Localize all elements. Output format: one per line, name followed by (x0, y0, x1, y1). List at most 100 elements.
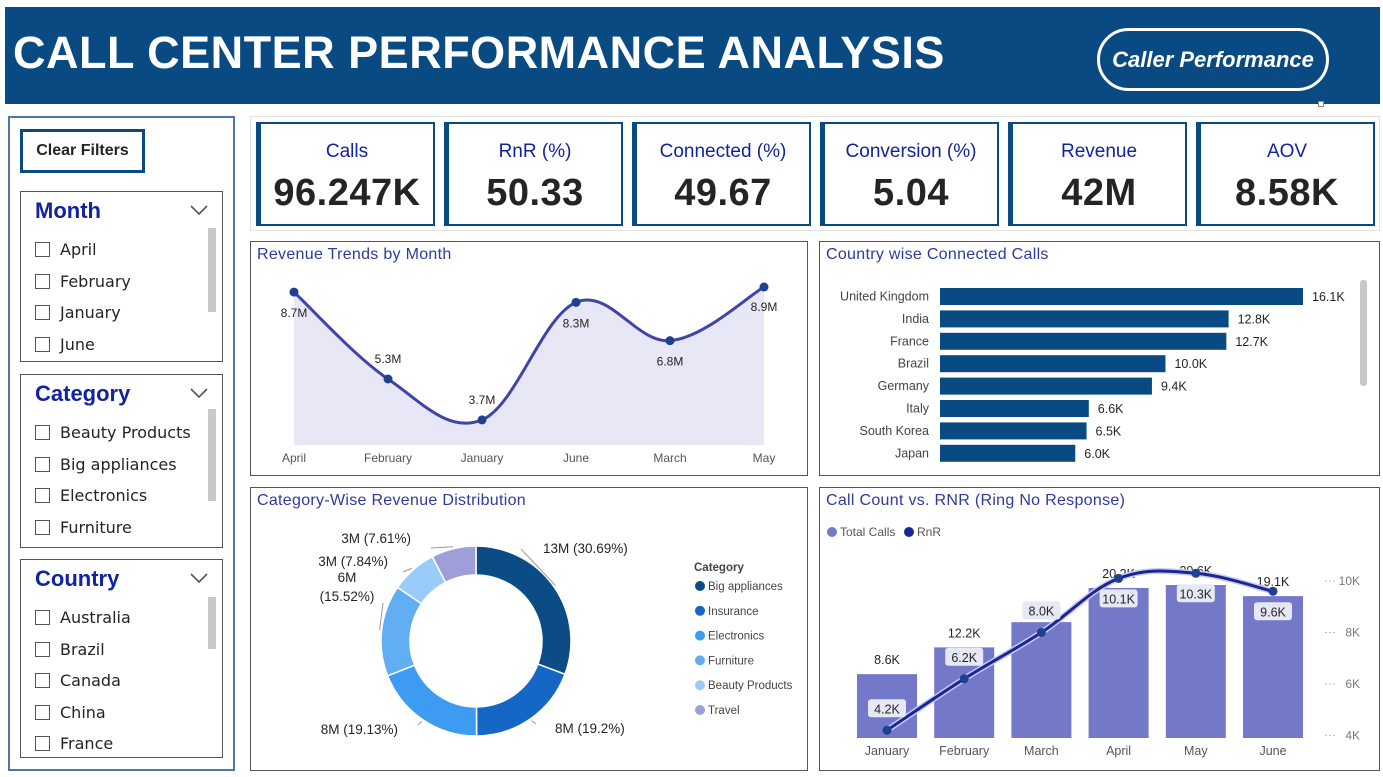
header-banner: CALL CENTER PERFORMANCE ANALYSIS Caller … (5, 7, 1380, 104)
slicer-item-big-appliances[interactable]: Big appliances (35, 449, 202, 481)
kpi-value: 49.67 (674, 172, 772, 214)
legend-swatch[interactable] (695, 680, 705, 691)
slicer-item-beauty-products[interactable]: Beauty Products (35, 417, 202, 449)
data-label: 12.8K (1238, 312, 1271, 326)
data-point[interactable] (665, 336, 675, 346)
country-calls-card: Country wise Connected Calls United King… (819, 241, 1380, 476)
donut-slice[interactable] (380, 586, 423, 677)
checkbox[interactable] (35, 336, 50, 352)
data-point[interactable] (882, 725, 892, 735)
legend-swatch[interactable] (695, 705, 705, 715)
bar[interactable] (940, 400, 1089, 417)
legend-swatch[interactable] (695, 581, 705, 591)
kpi-value: 50.33 (486, 172, 584, 214)
data-label: 10.0K (1174, 357, 1207, 371)
data-point[interactable] (383, 374, 393, 384)
data-point[interactable] (1191, 568, 1201, 578)
bar[interactable] (940, 332, 1227, 350)
checkbox[interactable] (35, 641, 50, 657)
legend-swatch[interactable] (904, 527, 914, 537)
dashboard-title: CALL CENTER PERFORMANCE ANALYSIS (13, 27, 945, 78)
slicer-item-label: Furniture (60, 517, 132, 537)
slicer-item-china[interactable]: China (35, 697, 202, 729)
legend-swatch[interactable] (827, 527, 837, 537)
kpi-value: 96.247K (273, 172, 421, 214)
slicer-item-canada[interactable]: Canada (35, 665, 202, 697)
filter-panel: Clear Filters Month April February January… (8, 116, 235, 771)
data-point[interactable] (571, 297, 581, 307)
legend-swatch[interactable] (695, 630, 705, 641)
y-tick-label: Brazil (898, 357, 929, 371)
slicer-item-brazil[interactable]: Brazil (35, 634, 202, 666)
x-tick-label: February (939, 744, 990, 758)
checkbox[interactable] (35, 704, 50, 720)
legend-swatch[interactable] (695, 655, 705, 666)
chevron-down-icon[interactable] (190, 201, 208, 219)
country-slicer: Country Australia Brazil Canada China France (20, 559, 223, 758)
data-label: 6.8M (657, 355, 684, 369)
clear-filters-button[interactable]: Clear Filters (20, 129, 145, 173)
legend-swatch[interactable] (695, 605, 705, 616)
donut-slice[interactable] (386, 664, 478, 737)
kpi-value: 8.58K (1235, 172, 1339, 214)
data-label: 12.2K (948, 626, 981, 640)
data-point[interactable] (289, 287, 299, 297)
category-scrollbar[interactable] (208, 409, 216, 501)
checkbox[interactable] (35, 305, 50, 321)
category-slicer-title: Category (35, 381, 131, 406)
bar[interactable] (940, 444, 1076, 462)
data-point[interactable] (1036, 627, 1046, 637)
slicer-item-january[interactable]: January (35, 297, 202, 329)
data-point[interactable] (1114, 573, 1124, 583)
country-scrollbar[interactable] (208, 597, 216, 649)
checkbox[interactable] (35, 736, 50, 752)
bar[interactable] (940, 288, 1303, 305)
chevron-down-icon[interactable] (190, 569, 208, 587)
legend-label: RnR (917, 525, 941, 539)
data-point[interactable] (959, 674, 969, 684)
donut-slice[interactable] (475, 663, 566, 737)
caller-performance-button[interactable]: Caller Performance (1097, 28, 1329, 91)
y2-tick-label: 6K (1345, 677, 1360, 691)
bar[interactable] (1088, 587, 1149, 738)
bar[interactable] (940, 310, 1229, 328)
checkbox[interactable] (35, 242, 50, 258)
slicer-item-february[interactable]: February (35, 266, 202, 298)
bar[interactable] (940, 377, 1152, 395)
checkbox[interactable] (35, 425, 50, 441)
checkbox[interactable] (35, 488, 50, 504)
checkbox[interactable] (35, 673, 50, 689)
slice-label: 8M (19.2%) (555, 721, 625, 736)
data-label: 8.6K (874, 653, 900, 667)
slicer-item-australia[interactable]: Australia (35, 602, 202, 634)
slicer-item-furniture[interactable]: Furniture (35, 512, 202, 544)
chevron-down-icon[interactable] (190, 384, 208, 402)
slicer-item-electronics[interactable]: Electronics (35, 480, 202, 512)
slicer-item-france[interactable]: France (35, 728, 202, 760)
bar[interactable] (1011, 622, 1072, 738)
legend-label: Total Calls (840, 525, 895, 539)
slicer-item-june[interactable]: June (35, 329, 202, 361)
month-scrollbar[interactable] (208, 228, 216, 312)
data-point[interactable] (1268, 586, 1278, 596)
data-point[interactable] (759, 282, 769, 292)
slicer-item-label: Big appliances (60, 454, 177, 474)
checkbox[interactable] (35, 273, 50, 289)
data-point[interactable] (477, 415, 487, 425)
scrollbar[interactable] (1360, 280, 1367, 386)
y2-tick-label: 10K (1339, 574, 1360, 588)
category-slicer: Category Beauty Products Big appliances El… (20, 374, 223, 548)
slicer-item-april[interactable]: April (35, 234, 202, 266)
checkbox[interactable] (35, 610, 50, 626)
leader-line (531, 720, 537, 725)
country-slicer-title: Country (35, 566, 120, 591)
legend-label: Insurance (708, 606, 759, 618)
y-tick-label: United Kingdom (840, 290, 929, 304)
bar[interactable] (940, 422, 1087, 440)
bar[interactable] (940, 355, 1166, 373)
y-tick-label: Germany (878, 379, 930, 393)
checkbox[interactable] (35, 456, 50, 472)
bar[interactable] (1165, 585, 1226, 738)
checkbox[interactable] (35, 519, 50, 535)
donut-slice[interactable] (475, 545, 572, 676)
